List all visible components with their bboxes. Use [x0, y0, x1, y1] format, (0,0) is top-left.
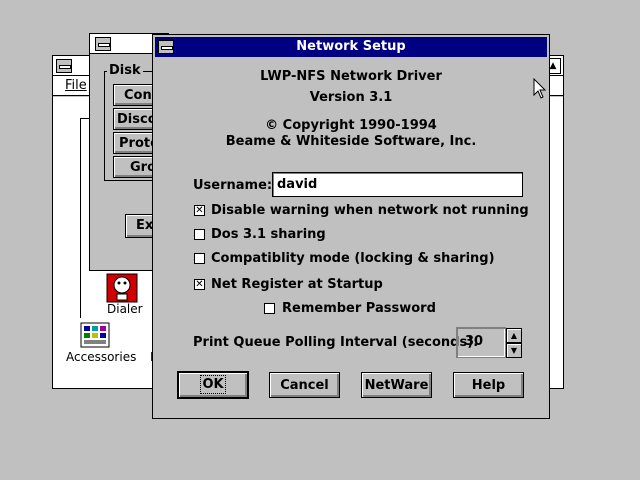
dialer-icon[interactable]	[105, 270, 139, 304]
dialog-titlebar[interactable]: Network Setup	[155, 37, 547, 57]
compat-mode-label[interactable]: Compatiblity mode (locking & sharing)	[211, 251, 495, 266]
disable-warning-label[interactable]: Disable warning when network not running	[211, 203, 529, 218]
system-menu-icon[interactable]	[56, 59, 72, 73]
net-register-label[interactable]: Net Register at Startup	[211, 277, 383, 292]
compat-mode-checkbox[interactable]	[194, 253, 205, 264]
polling-interval-field[interactable]: 30	[456, 327, 506, 358]
username-field[interactable]: david	[272, 172, 523, 197]
product-name: LWP-NFS Network Driver	[260, 69, 442, 84]
dos31-sharing-checkbox[interactable]	[194, 229, 205, 240]
menu-file[interactable]: File	[65, 78, 87, 93]
dialer-label: Dialer	[107, 302, 143, 316]
netware-button[interactable]: NetWare	[361, 372, 432, 398]
polling-interval-value: 30	[465, 334, 484, 349]
accessories-icon[interactable]	[80, 322, 110, 348]
polling-interval-label: Print Queue Polling Interval (seconds):	[193, 335, 479, 350]
dialog-title: Network Setup	[296, 39, 406, 54]
username-label: Username:	[193, 178, 273, 193]
system-menu-icon[interactable]	[95, 37, 111, 51]
disable-warning-checkbox[interactable]: ✕	[194, 205, 205, 216]
copyright-text: © Copyright 1990-1994	[265, 118, 437, 133]
cancel-button[interactable]: Cancel	[269, 372, 340, 398]
dos31-sharing-label[interactable]: Dos 3.1 sharing	[211, 227, 326, 242]
help-button[interactable]: Help	[453, 372, 524, 398]
spin-down-icon[interactable]: ▼	[506, 343, 522, 358]
remember-password-label[interactable]: Remember Password	[282, 301, 436, 316]
version-text: Version 3.1	[309, 90, 393, 105]
ok-button-label: OK	[200, 375, 226, 394]
spin-up-icon[interactable]: ▲	[506, 328, 522, 343]
company-text: Beame & Whiteside Software, Inc.	[225, 134, 477, 149]
mouse-pointer-icon	[533, 77, 547, 100]
accessories-label: Accessories	[66, 350, 137, 364]
username-value: david	[277, 177, 318, 192]
disk-group-label: Disk	[107, 63, 143, 78]
remember-password-checkbox[interactable]	[264, 303, 275, 314]
ok-button[interactable]: OK	[177, 371, 249, 399]
net-register-checkbox[interactable]: ✕	[194, 279, 205, 290]
